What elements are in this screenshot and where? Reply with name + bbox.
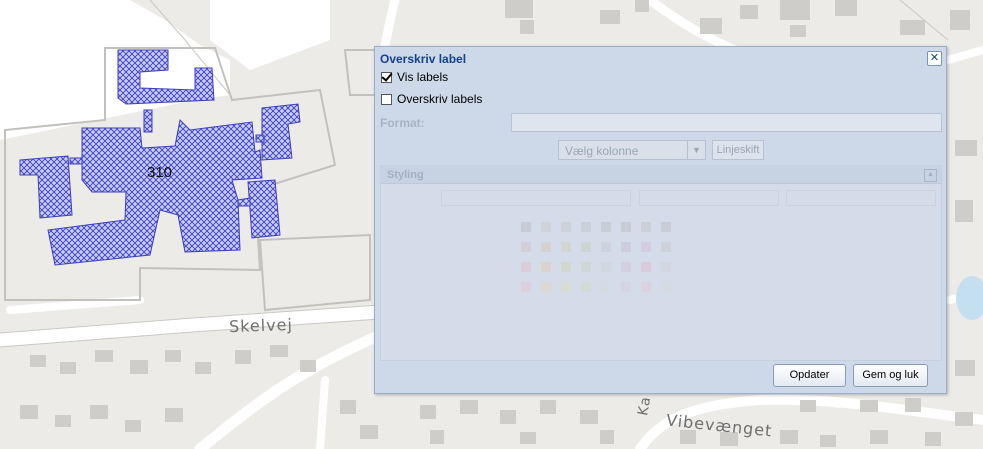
format-input[interactable]	[511, 113, 942, 132]
format-label: Format:	[380, 116, 425, 130]
override-labels-label: Overskriv labels	[397, 92, 483, 106]
parcel-label: 310	[147, 164, 173, 181]
styling-panel: Styling ▲	[380, 165, 942, 361]
styling-size-select	[639, 190, 779, 206]
column-select[interactable]: Vælg kolonne ▼	[558, 140, 706, 160]
show-labels-checkbox[interactable]	[381, 71, 392, 83]
street-label-skelvej: Skelvej	[228, 314, 294, 337]
collapse-icon[interactable]: ▲	[924, 169, 937, 182]
street-label-partial: Ka	[635, 395, 655, 417]
styling-style-select	[786, 190, 936, 206]
show-labels-row[interactable]: Vis labels	[381, 70, 448, 84]
override-labels-checkbox[interactable]	[381, 93, 392, 105]
override-label-dialog: Overskriv label ✕ Vis labels Overskriv l…	[374, 46, 947, 394]
dialog-title: Overskriv label	[380, 52, 467, 66]
column-select-value: Vælg kolonne	[565, 144, 639, 158]
show-labels-label: Vis labels	[397, 70, 449, 84]
update-button[interactable]: Opdater	[773, 364, 846, 387]
chevron-down-icon[interactable]: ▼	[687, 141, 705, 159]
styling-header[interactable]: Styling ▲	[381, 166, 941, 184]
override-labels-row[interactable]: Overskriv labels	[381, 92, 482, 106]
styling-font-select	[441, 190, 631, 206]
save-close-button[interactable]: Gem og luk	[853, 364, 928, 387]
close-icon[interactable]: ✕	[927, 51, 942, 66]
styling-title: Styling	[387, 169, 424, 181]
linebreak-button[interactable]: Linjeskift	[712, 140, 764, 160]
